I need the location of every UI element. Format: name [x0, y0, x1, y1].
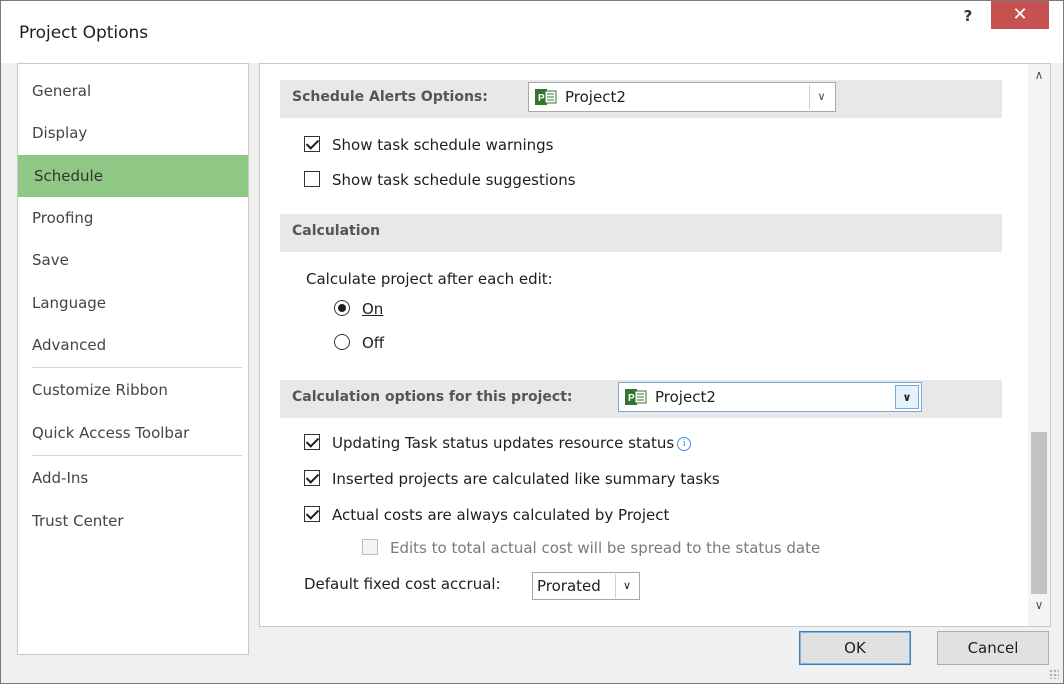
default-accrual-value: Prorated: [537, 577, 601, 595]
nav-item-general[interactable]: General: [32, 70, 232, 112]
svg-text:P: P: [538, 93, 545, 104]
options-nav: General Display Schedule Proofing Save L…: [17, 63, 249, 655]
updating-status-label: Updating Task status updates resource st…: [332, 434, 675, 452]
inserted-projects-checkbox[interactable]: [304, 470, 320, 486]
nav-item-display[interactable]: Display: [32, 112, 232, 154]
calc-options-project-select[interactable]: P Project2 ∨: [618, 382, 922, 412]
scroll-down-icon[interactable]: ∨: [1028, 598, 1050, 620]
nav-item-save[interactable]: Save: [32, 239, 232, 281]
default-accrual-select[interactable]: Prorated ∨: [532, 572, 640, 600]
help-button[interactable]: ?: [959, 7, 977, 27]
calc-on-label: On: [362, 300, 384, 318]
calc-off-label: Off: [362, 334, 385, 352]
ok-button[interactable]: OK: [799, 631, 911, 665]
scroll-thumb[interactable]: [1031, 432, 1047, 594]
nav-item-schedule[interactable]: Schedule: [18, 155, 248, 197]
chevron-down-icon[interactable]: ∨: [895, 385, 919, 409]
updating-status-label-wrap: Updating Task status updates resource st…: [332, 432, 692, 454]
chevron-down-icon[interactable]: ∨: [615, 574, 638, 598]
show-warnings-checkbox[interactable]: [304, 136, 320, 152]
calculation-header: Calculation: [280, 214, 1002, 252]
inserted-projects-label: Inserted projects are calculated like su…: [332, 470, 720, 488]
nav-item-language[interactable]: Language: [32, 282, 232, 324]
nav-divider: [32, 367, 242, 368]
schedule-alerts-header: Schedule Alerts Options: P Project2 ∨: [280, 80, 1002, 118]
calculate-prompt: Calculate project after each edit:: [306, 270, 553, 288]
nav-item-quick-access-toolbar[interactable]: Quick Access Toolbar: [32, 412, 232, 454]
selected-project: Project2: [655, 388, 716, 406]
actual-costs-label: Actual costs are always calculated by Pr…: [332, 506, 670, 524]
show-warnings-label: Show task schedule warnings: [332, 136, 554, 154]
info-icon[interactable]: i: [677, 437, 692, 451]
calc-on-radio[interactable]: [334, 300, 350, 316]
nav-item-trust-center[interactable]: Trust Center: [32, 500, 232, 542]
actual-costs-checkbox[interactable]: [304, 506, 320, 522]
nav-item-advanced[interactable]: Advanced: [32, 324, 232, 366]
title-bar: Project Options ? ✕: [1, 1, 1063, 63]
resize-grip-icon[interactable]: [1049, 669, 1059, 679]
edits-total-checkbox: [362, 539, 378, 555]
section-title: Calculation: [292, 223, 381, 239]
nav-divider: [32, 455, 242, 456]
nav-item-proofing[interactable]: Proofing: [32, 197, 232, 239]
svg-text:P: P: [628, 393, 635, 404]
cancel-button[interactable]: Cancel: [937, 631, 1049, 665]
project-options-dialog: Project Options ? ✕ General Display Sche…: [0, 0, 1064, 684]
show-suggestions-checkbox[interactable]: [304, 171, 320, 187]
dialog-title: Project Options: [19, 23, 149, 43]
scroll-up-icon[interactable]: ∧: [1028, 68, 1050, 90]
schedule-options-pane: Schedule Alerts Options: P Project2 ∨ Sh…: [259, 63, 1051, 627]
section-title: Calculation options for this project:: [292, 389, 573, 405]
calc-off-radio[interactable]: [334, 334, 350, 350]
nav-item-add-ins[interactable]: Add-Ins: [32, 457, 232, 499]
edits-total-label: Edits to total actual cost will be sprea…: [390, 539, 821, 557]
calc-options-header: Calculation options for this project: P …: [280, 380, 1002, 418]
vertical-scrollbar[interactable]: ∧ ∨: [1028, 64, 1050, 626]
default-accrual-label: Default fixed cost accrual:: [304, 575, 501, 593]
project-file-icon: P: [625, 389, 647, 405]
nav-item-customize-ribbon[interactable]: Customize Ribbon: [32, 369, 232, 411]
project-file-icon: P: [535, 89, 557, 105]
schedule-alerts-project-select[interactable]: P Project2 ∨: [528, 82, 836, 112]
updating-status-checkbox[interactable]: [304, 434, 320, 450]
chevron-down-icon[interactable]: ∨: [809, 85, 833, 109]
section-title: Schedule Alerts Options:: [292, 89, 488, 105]
show-suggestions-label: Show task schedule suggestions: [332, 171, 576, 189]
close-button[interactable]: ✕: [991, 1, 1049, 29]
selected-project: Project2: [565, 88, 626, 106]
